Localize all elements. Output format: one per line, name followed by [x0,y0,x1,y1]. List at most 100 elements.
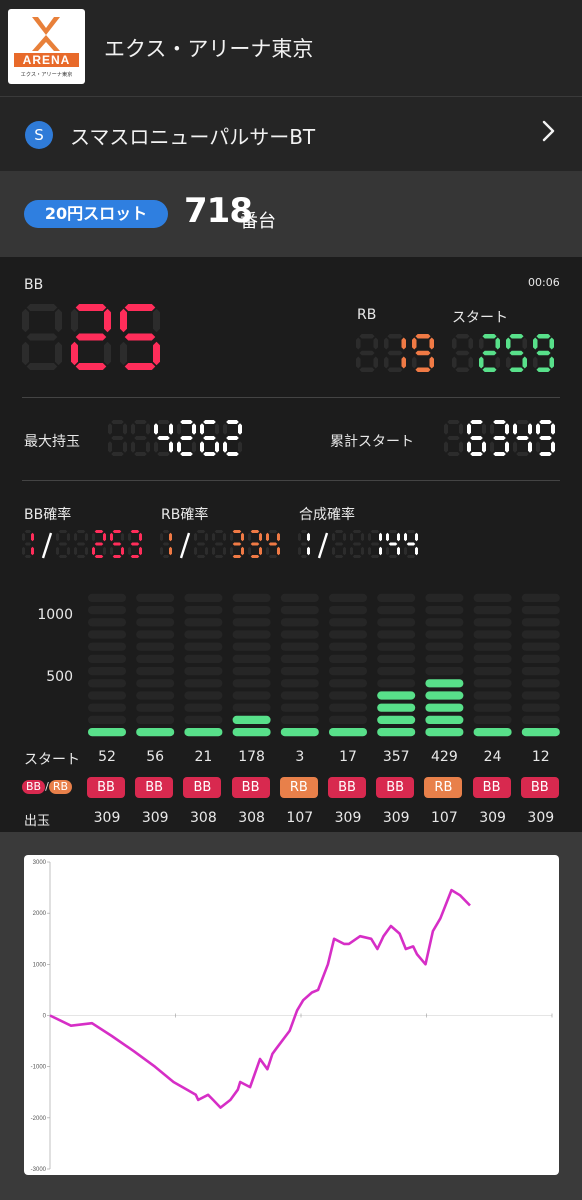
arena-logo: ARENA エクス・アリーナ東京 [8,9,85,84]
history-bar-slot [377,667,416,676]
bonus-type-badge: BB [231,777,270,798]
segment [192,423,196,435]
payout-cell: 309 [382,810,410,826]
history-bar-slot [184,679,223,688]
segment [298,546,301,556]
history-bar-slot [88,667,126,676]
segment [124,363,156,370]
segment [123,441,127,453]
machine-link[interactable]: S スマスロニューパルサーBT [0,97,582,171]
bonus-type-badge: RB [279,777,318,798]
history-bar-slot [329,715,367,724]
segment [177,423,181,435]
history-bar-slot [184,667,223,676]
segment [22,532,25,542]
start-count-cell: 178 [238,749,265,765]
segment [123,423,127,435]
segment [470,420,483,424]
bb-prob-label: BB確率 [24,507,72,523]
segment [108,423,112,435]
segment [343,546,346,556]
history-bar-slot [473,667,512,676]
segment [110,546,113,556]
segment [415,532,418,542]
seven-seg-digit [131,420,150,456]
payout-cell: 309 [334,810,362,826]
history-bar-slot [329,606,367,615]
prob-prefix: 1/ [160,529,162,531]
history-bar-slot [473,593,512,602]
segment [203,420,216,424]
history-bar-slot [232,642,271,651]
segment [551,423,555,435]
history-bar-slot [136,642,175,651]
segment [162,542,170,546]
history-bar-slot [521,679,560,688]
segment [75,333,107,341]
segment [120,341,127,366]
history-bar-slot [521,606,560,615]
payout-cell: 107 [431,810,458,826]
history-bar-slot [280,618,319,627]
seven-seg-digit [120,304,160,370]
segment [75,304,107,311]
segment [238,423,242,435]
segment [259,532,262,542]
history-bar-slot [232,618,271,627]
segment [536,423,540,435]
history-bar-lit [377,691,416,700]
seven-seg-digit [223,420,242,456]
segment [470,452,483,456]
segment [196,555,206,558]
segment [24,530,32,533]
segment [177,441,181,453]
history-bar-slot [425,642,464,651]
segment [112,530,122,533]
segment [536,350,551,356]
segment [194,546,197,556]
start-label: スタート [452,310,508,326]
start-count-cell: 21 [194,749,213,765]
segment [455,334,470,339]
segment [241,532,244,542]
segment [459,441,463,453]
segment [277,546,280,556]
history-bar-slot [88,703,126,712]
y-tick-label: 3000 [33,860,47,866]
segment [250,555,260,558]
segment [169,532,172,542]
history-bar-slot [280,715,319,724]
history-bar-lit [377,715,416,724]
segment [232,555,242,558]
seven-seg-digit [248,530,262,558]
segment [298,532,301,542]
payout-row-label: 出玉 [24,814,51,829]
seven-seg-digit [154,420,173,456]
history-bar-lit [184,728,223,737]
history-bar-lit [425,691,464,700]
segment [259,546,262,556]
machine-name: スマスロニューパルサーBT [70,125,316,149]
segment [482,441,486,453]
segment [404,532,407,542]
segment [388,555,398,558]
segment [468,356,473,369]
segment [359,350,375,356]
segment [536,334,551,339]
segment [162,530,170,533]
segment [516,436,529,440]
segment [388,530,398,533]
segment [230,532,233,542]
segment [401,337,406,350]
segment [482,423,486,435]
segment [467,423,471,435]
segment [130,530,140,533]
segment [85,546,88,556]
max-balls-display [108,420,242,456]
segment [169,423,173,435]
history-bar-slot [184,606,223,615]
segment [94,555,104,558]
history-bar-slot [425,630,464,639]
seven-seg-digit [71,304,111,370]
segment [180,452,193,456]
